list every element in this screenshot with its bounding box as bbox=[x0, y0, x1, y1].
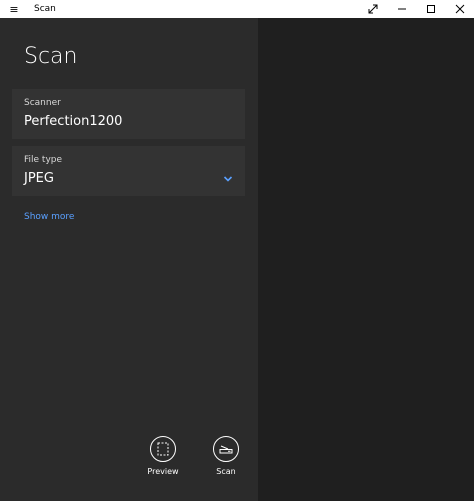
preview-pane bbox=[258, 18, 474, 501]
file-type-dropdown[interactable]: File type JPEG bbox=[12, 146, 245, 196]
maximize-icon[interactable] bbox=[416, 0, 445, 18]
hamburger-icon[interactable]: ≡ bbox=[6, 0, 22, 18]
window-title: Scan bbox=[34, 4, 56, 14]
scan-label: Scan bbox=[216, 467, 236, 476]
file-type-label: File type bbox=[24, 155, 63, 165]
window-controls bbox=[358, 0, 474, 18]
file-type-value: JPEG bbox=[24, 171, 54, 186]
scanner-label: Scanner bbox=[24, 98, 61, 108]
scanner-selector[interactable]: Scanner Perfection1200 bbox=[12, 89, 245, 139]
preview-icon bbox=[150, 436, 176, 462]
close-icon[interactable] bbox=[445, 0, 474, 18]
preview-button[interactable]: Preview bbox=[143, 436, 183, 496]
show-more-link[interactable]: Show more bbox=[24, 212, 74, 222]
scan-button[interactable]: Scan bbox=[206, 436, 246, 496]
scanner-value: Perfection1200 bbox=[24, 114, 123, 129]
chevron-down-icon[interactable] bbox=[223, 174, 233, 184]
expand-icon[interactable] bbox=[358, 0, 387, 18]
title-bar: ≡ Scan bbox=[0, 0, 474, 18]
page-title: Scan bbox=[24, 44, 78, 69]
scanner-icon bbox=[213, 436, 239, 462]
minimize-icon[interactable] bbox=[387, 0, 416, 18]
preview-label: Preview bbox=[147, 467, 179, 476]
